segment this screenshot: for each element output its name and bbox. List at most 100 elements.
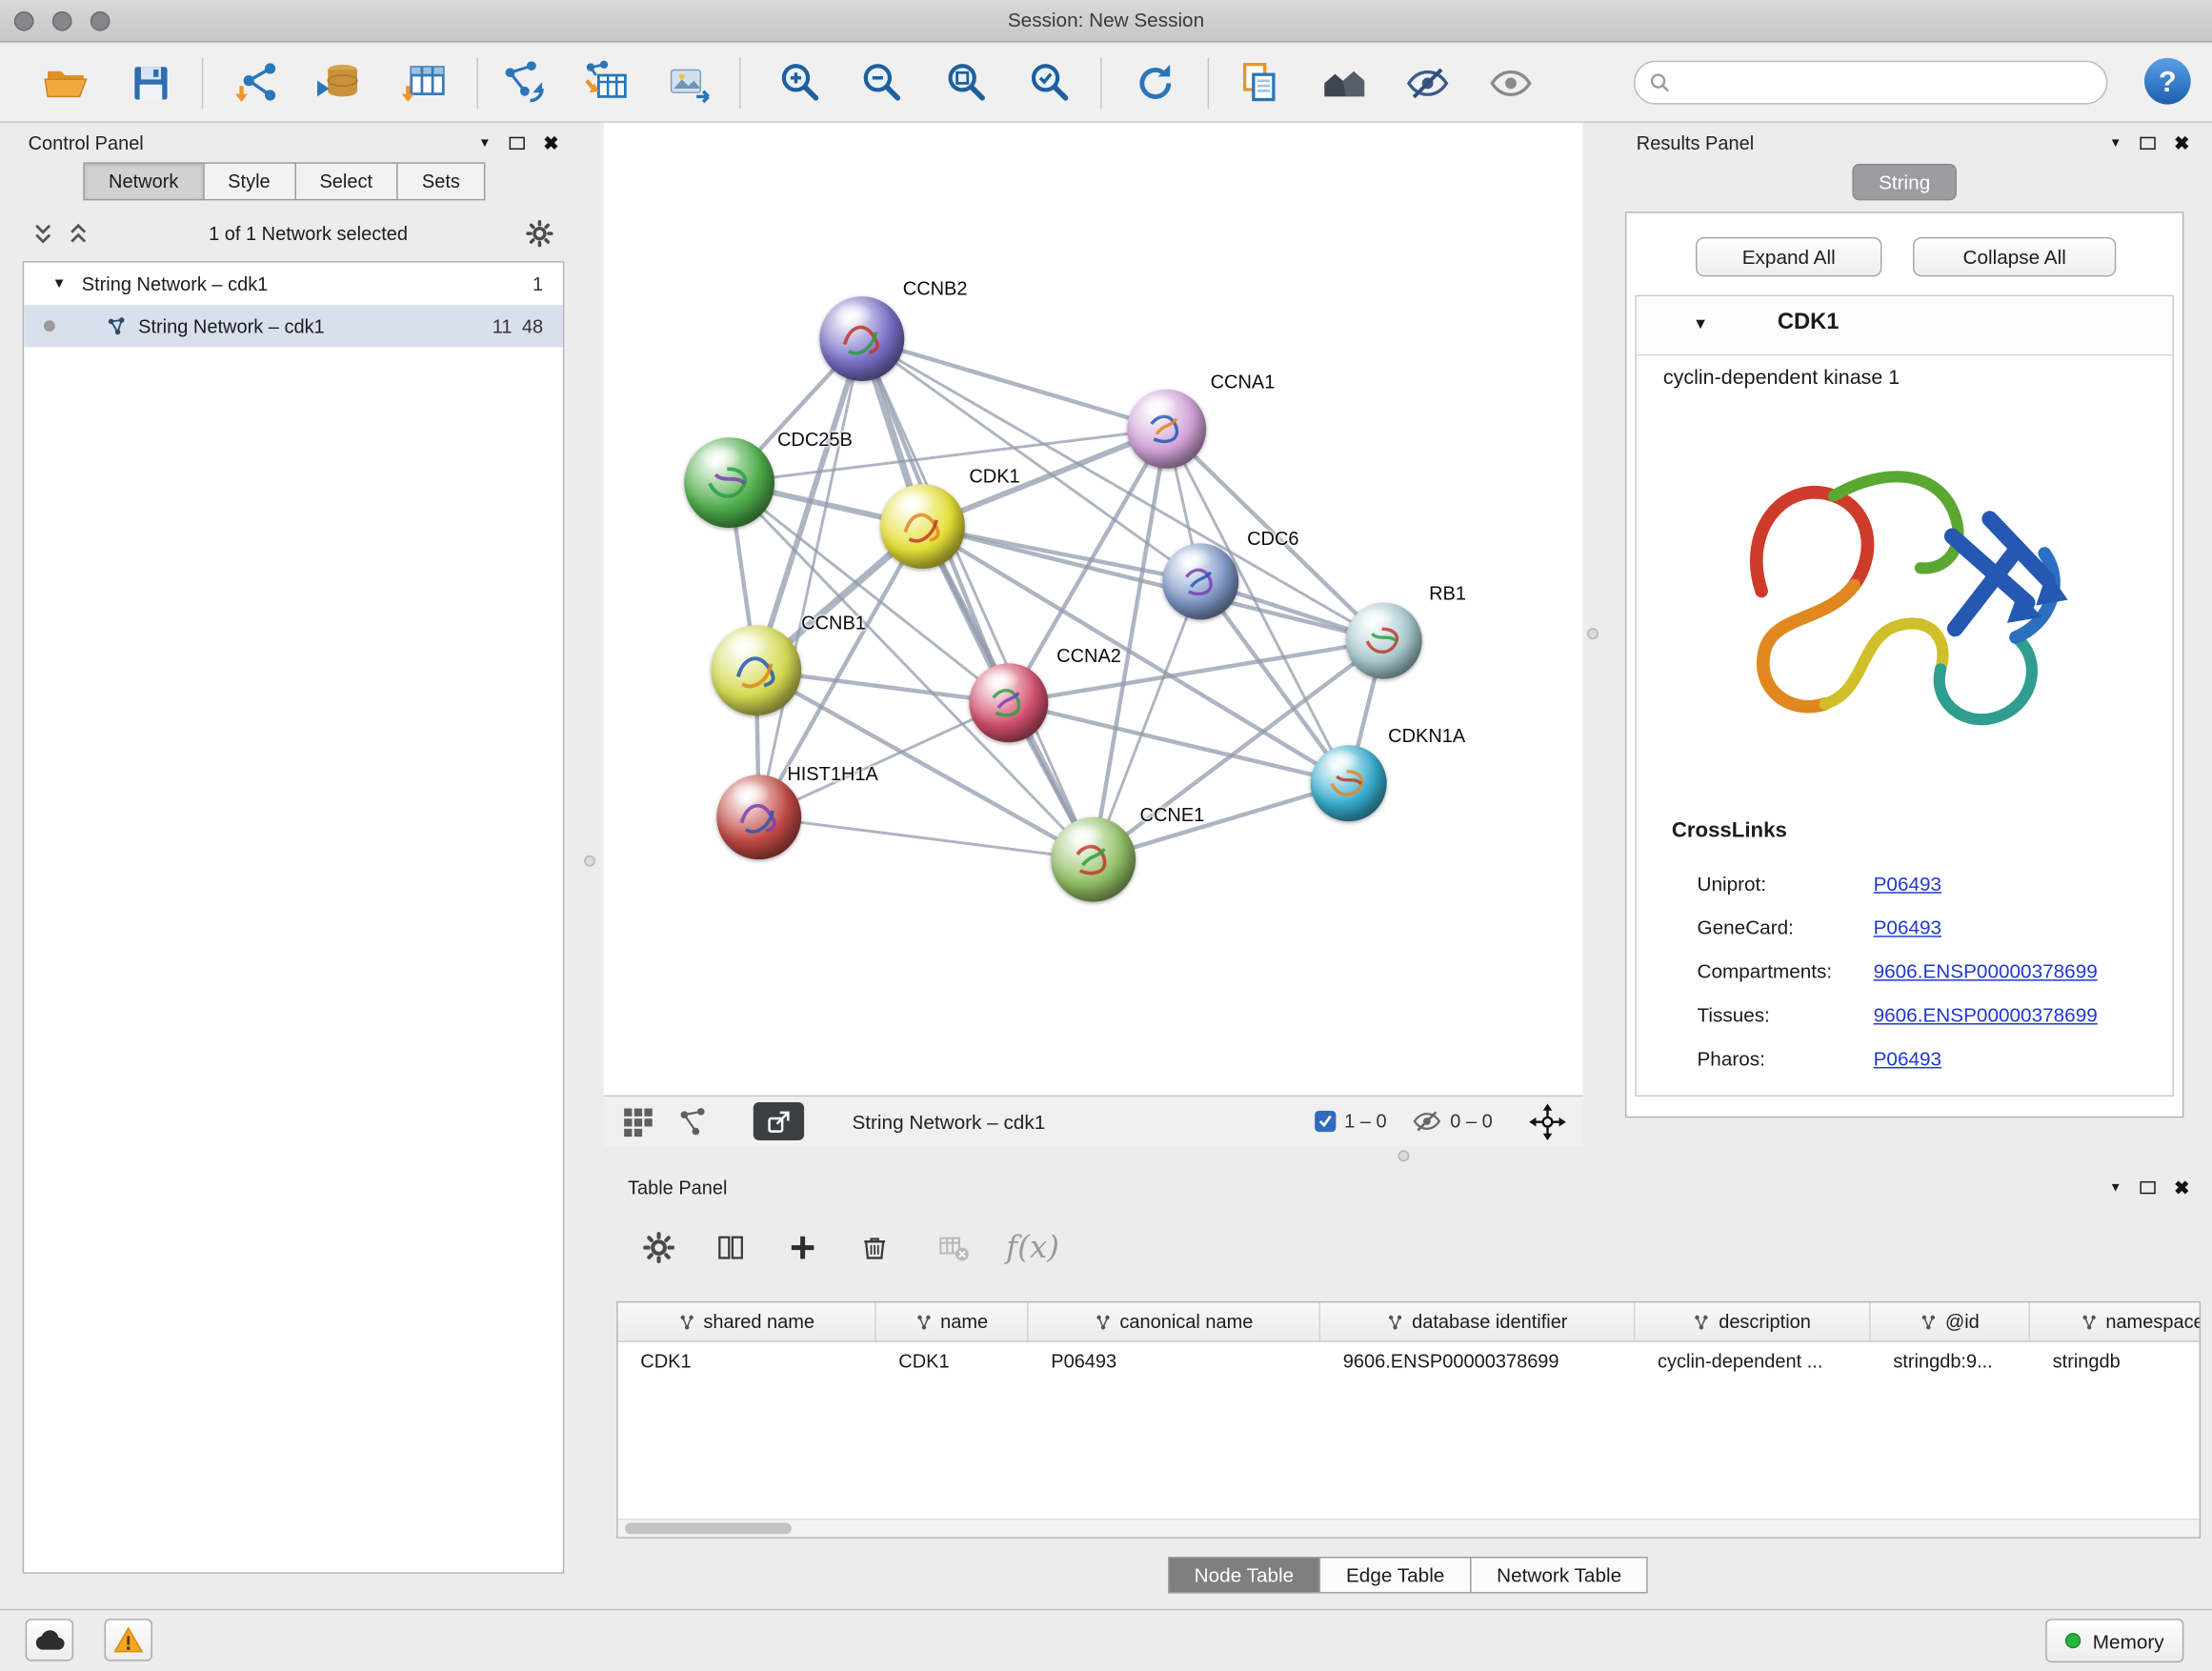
column-header--id[interactable]: @id (1871, 1302, 2030, 1340)
column-header-namespace[interactable]: namespace (2030, 1302, 2201, 1340)
zoom-selected-button[interactable] (1018, 53, 1080, 112)
copy-style-button[interactable] (1229, 53, 1291, 112)
network-canvas[interactable]: CCNB2CCNA1CDC25BCDK1CDC6RB1CCNB1CCNA2CDK… (604, 123, 1583, 1096)
network-node-cdkn1a[interactable] (1311, 745, 1387, 821)
zoom-fit-button[interactable] (935, 53, 997, 112)
network-node-ccna2[interactable] (969, 663, 1048, 742)
search-input[interactable] (1681, 72, 2092, 93)
table-cell[interactable]: stringdb:9... (1871, 1342, 2030, 1380)
table-row[interactable]: CDK1CDK1P064939606.ENSP00000378699cyclin… (618, 1342, 2200, 1380)
panel-menu-icon[interactable]: ▼ (478, 136, 491, 149)
collapse-all-icon[interactable] (31, 221, 55, 245)
right-splitter-handle[interactable] (1587, 628, 1599, 639)
delete-table-button[interactable] (925, 1219, 981, 1276)
column-header-name[interactable]: name (876, 1302, 1029, 1340)
table-cell[interactable]: 9606.ENSP00000378699 (1320, 1342, 1635, 1380)
crosslink-link[interactable]: P06493 (1874, 1046, 1941, 1069)
float-panel-icon[interactable] (510, 136, 525, 149)
new-network-table-button[interactable] (575, 53, 637, 112)
grid-view-icon[interactable] (621, 1104, 655, 1138)
network-edge[interactable] (759, 817, 1094, 859)
network-node-cdk1[interactable] (880, 484, 965, 569)
close-panel-icon[interactable]: ✖ (2174, 1178, 2189, 1196)
network-node-ccnb2[interactable] (819, 296, 904, 381)
collapse-all-button[interactable]: Collapse All (1913, 237, 2116, 276)
float-panel-icon[interactable] (2141, 1180, 2156, 1193)
network-node-ccna1[interactable] (1127, 390, 1206, 469)
network-node-cdc25b[interactable] (684, 437, 774, 528)
tab-network[interactable]: Network (83, 162, 204, 200)
network-node-cdc6[interactable] (1162, 543, 1238, 619)
table-cell[interactable]: CDK1 (618, 1342, 876, 1380)
birdseye-view-icon[interactable] (677, 1106, 709, 1137)
expand-all-button[interactable]: Expand All (1696, 237, 1881, 276)
tab-node-table[interactable]: Node Table (1168, 1557, 1321, 1594)
table-cell[interactable]: P06493 (1029, 1342, 1321, 1380)
network-node-hist1h1a[interactable] (716, 775, 801, 859)
network-node-ccne1[interactable] (1051, 817, 1136, 902)
float-panel-icon[interactable] (2141, 136, 2156, 149)
gene-section-header[interactable]: ▼ CDK1 (1637, 296, 2173, 355)
network-node-rb1[interactable] (1346, 603, 1422, 679)
column-header-database-identifier[interactable]: database identifier (1320, 1302, 1635, 1340)
panel-menu-icon[interactable]: ▼ (2109, 1180, 2122, 1193)
help-button[interactable]: ? (2142, 55, 2194, 108)
gear-icon[interactable] (526, 219, 553, 246)
network-edge[interactable] (922, 527, 1383, 641)
delete-column-button[interactable] (847, 1219, 903, 1276)
network-edge[interactable] (862, 339, 1167, 430)
zoom-out-button[interactable] (851, 53, 913, 112)
scrollbar-thumb[interactable] (625, 1522, 792, 1534)
close-panel-icon[interactable]: ✖ (2174, 133, 2189, 151)
network-edge[interactable] (862, 339, 1094, 860)
gene-collapse-icon[interactable]: ▼ (1693, 316, 1708, 333)
column-header-canonical-name[interactable]: canonical name (1029, 1302, 1321, 1340)
save-session-button[interactable] (120, 53, 182, 112)
network-edge[interactable] (759, 339, 862, 817)
search-box[interactable] (1634, 61, 2108, 105)
network-node-ccnb1[interactable] (711, 625, 801, 715)
crosslink-link[interactable]: 9606.ENSP00000378699 (1874, 1003, 2098, 1026)
new-network-button[interactable] (493, 53, 555, 112)
add-column-button[interactable] (774, 1219, 831, 1276)
expand-triangle-icon[interactable]: ▼ (52, 276, 67, 292)
tab-select[interactable]: Select (294, 162, 398, 200)
network-row-selected[interactable]: String Network – cdk1 11 48 (24, 305, 563, 347)
hide-details-button[interactable] (1397, 53, 1458, 112)
table-cell[interactable]: cyclin-dependent ... (1635, 1342, 1870, 1380)
crosslink-link[interactable]: P06493 (1874, 872, 1941, 895)
export-image-button[interactable] (659, 53, 721, 112)
import-table-button[interactable] (393, 53, 455, 112)
close-panel-icon[interactable]: ✖ (543, 133, 558, 151)
column-header-shared-name[interactable]: shared name (618, 1302, 876, 1340)
panel-menu-icon[interactable]: ▼ (2109, 136, 2122, 149)
network-collection-row[interactable]: ▼ String Network – cdk1 1 (24, 263, 563, 305)
show-columns-button[interactable] (702, 1219, 758, 1276)
import-network-file-button[interactable] (227, 53, 289, 112)
tab-edge-table[interactable]: Edge Table (1319, 1557, 1472, 1594)
crosslink-link[interactable]: P06493 (1874, 916, 1941, 938)
cloud-button[interactable] (26, 1619, 73, 1661)
horizontal-scrollbar[interactable] (618, 1519, 2200, 1537)
crosshair-icon[interactable] (1529, 1103, 1566, 1140)
expand-all-icon[interactable] (67, 221, 90, 245)
tab-network-table[interactable]: Network Table (1470, 1557, 1648, 1594)
open-window-button[interactable] (754, 1102, 804, 1140)
tab-sets[interactable]: Sets (396, 162, 485, 200)
memory-button[interactable]: Memory (2046, 1619, 2183, 1662)
column-header-description[interactable]: description (1635, 1302, 1870, 1340)
crosslink-link[interactable]: 9606.ENSP00000378699 (1874, 959, 2098, 982)
string-results-tab[interactable]: String (1852, 164, 1957, 201)
hidden-eye-icon[interactable] (1412, 1106, 1441, 1136)
open-session-button[interactable] (35, 53, 97, 112)
warning-button[interactable] (105, 1619, 152, 1661)
function-builder-button[interactable]: f(x) (995, 1219, 1071, 1276)
left-splitter-handle[interactable] (584, 856, 595, 867)
zoom-in-button[interactable] (769, 53, 831, 112)
graphics-details-button[interactable] (1314, 53, 1376, 112)
show-details-button[interactable] (1479, 53, 1541, 112)
table-cell[interactable]: stringdb (2030, 1342, 2201, 1380)
table-options-button[interactable] (631, 1219, 687, 1276)
import-network-database-button[interactable] (308, 53, 370, 112)
tab-style[interactable]: Style (203, 162, 296, 200)
